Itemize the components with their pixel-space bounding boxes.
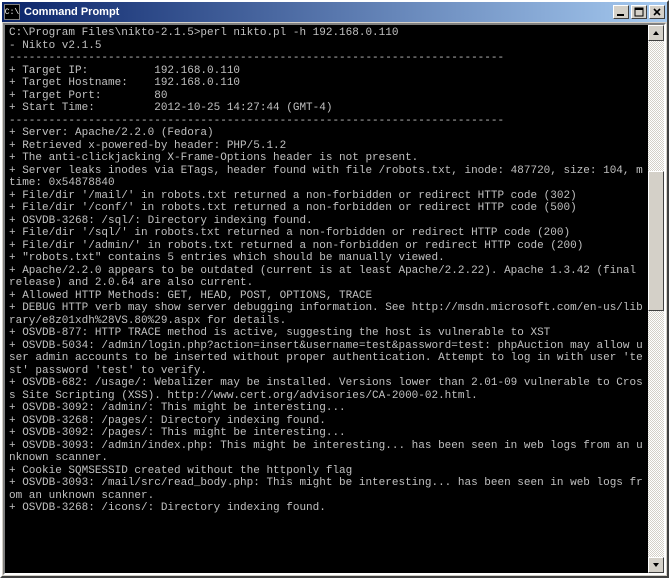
terminal-container: C:\Program Files\nikto-2.1.5>perl nikto.… [3,23,666,575]
maximize-icon [634,7,644,17]
scrollbar-thumb[interactable] [648,171,664,311]
chevron-down-icon [652,561,660,569]
scroll-up-button[interactable] [648,25,664,41]
cmd-icon-label: C:\ [5,8,19,17]
titlebar[interactable]: C:\ Command Prompt [2,2,667,22]
command-prompt-window: C:\ Command Prompt C:\Program Files\nikt… [0,0,669,578]
minimize-button[interactable] [613,5,629,19]
window-controls [613,5,665,19]
chevron-up-icon [652,29,660,37]
vertical-scrollbar[interactable] [648,25,664,573]
scrollbar-track[interactable] [648,41,664,557]
scroll-down-button[interactable] [648,557,664,573]
terminal-output[interactable]: C:\Program Files\nikto-2.1.5>perl nikto.… [5,25,648,573]
cmd-icon: C:\ [4,4,20,20]
maximize-button[interactable] [631,5,647,19]
minimize-icon [616,7,626,17]
close-button[interactable] [649,5,665,19]
window-title: Command Prompt [24,6,613,18]
close-icon [652,7,662,17]
